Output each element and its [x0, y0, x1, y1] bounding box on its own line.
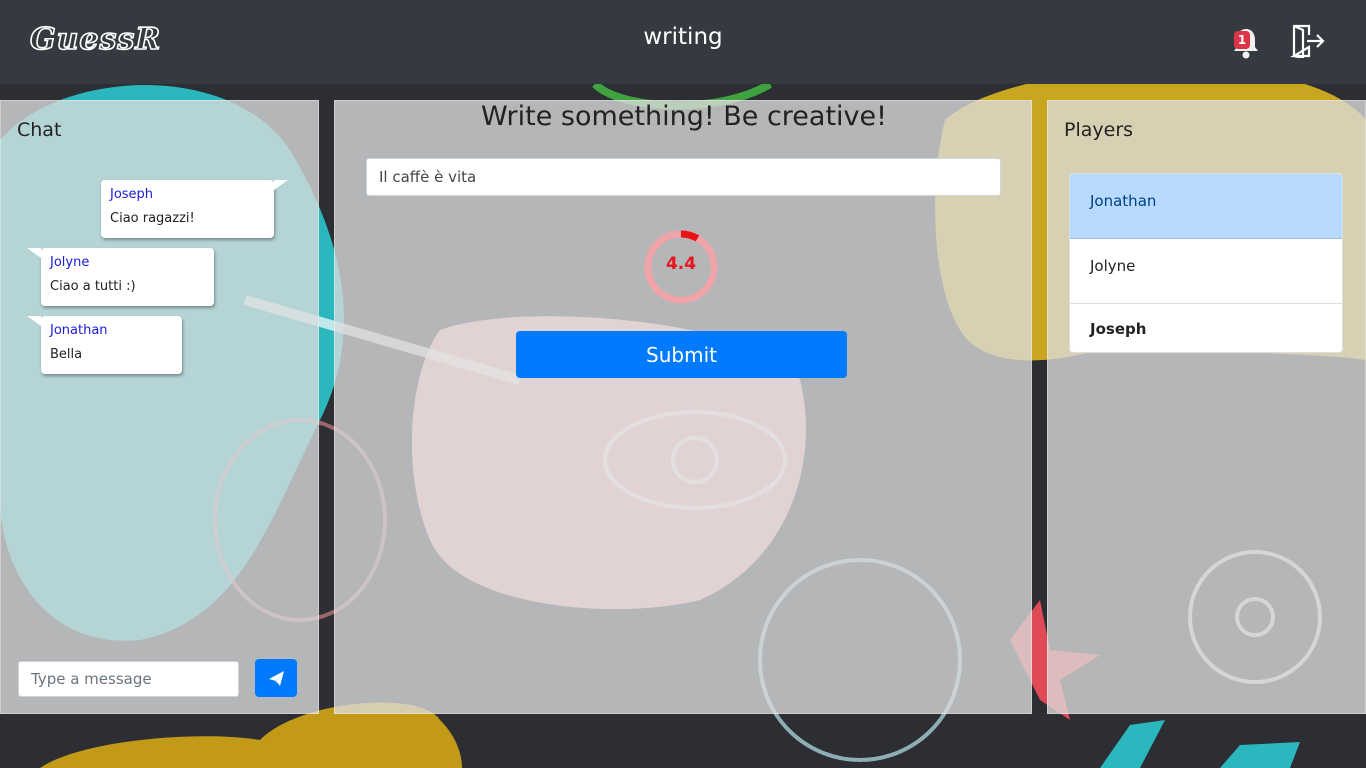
message-sender: Joseph — [110, 187, 154, 202]
logout-icon[interactable] — [1290, 24, 1326, 58]
submit-button[interactable]: Submit — [516, 331, 847, 378]
message-sender: Jolyne — [50, 255, 90, 270]
player-list: Jonathan Jolyne Joseph — [1069, 173, 1343, 353]
player-item-jolyne[interactable]: Jolyne — [1070, 239, 1342, 304]
chat-message-input[interactable] — [18, 661, 239, 697]
message-text: Ciao ragazzi! — [110, 211, 195, 226]
countdown-timer-value: 4.4 — [665, 254, 697, 274]
chat-title: Chat — [17, 119, 62, 141]
players-title: Players — [1064, 119, 1134, 141]
message-text: Ciao a tutti :) — [50, 279, 136, 294]
game-phase-status: writing — [643, 24, 723, 50]
game-prompt-title: Write something! Be creative! — [481, 101, 887, 132]
message-text: Bella — [50, 347, 83, 362]
game-panel: Write something! Be creative! 4.4 Submit — [334, 100, 1032, 714]
players-panel: Players Jonathan Jolyne Joseph — [1047, 100, 1366, 714]
notification-badge: 1 — [1234, 31, 1250, 49]
message-sender: Jonathan — [50, 323, 108, 338]
player-item-jonathan[interactable]: Jonathan — [1070, 174, 1342, 239]
send-message-button[interactable] — [255, 659, 297, 697]
player-item-joseph[interactable]: Joseph — [1070, 304, 1342, 352]
navbar: GuessR writing 1 — [0, 0, 1366, 84]
chat-message: Jonathan Bella — [27, 316, 182, 374]
chat-message: Joseph Ciao ragazzi! — [101, 180, 288, 238]
paper-plane-icon — [269, 671, 284, 686]
chat-panel: Chat Joseph Ciao ragazzi! Jolyne Ciao a … — [0, 100, 319, 714]
chat-message: Jolyne Ciao a tutti :) — [27, 248, 214, 306]
sentence-input[interactable] — [366, 158, 1001, 196]
